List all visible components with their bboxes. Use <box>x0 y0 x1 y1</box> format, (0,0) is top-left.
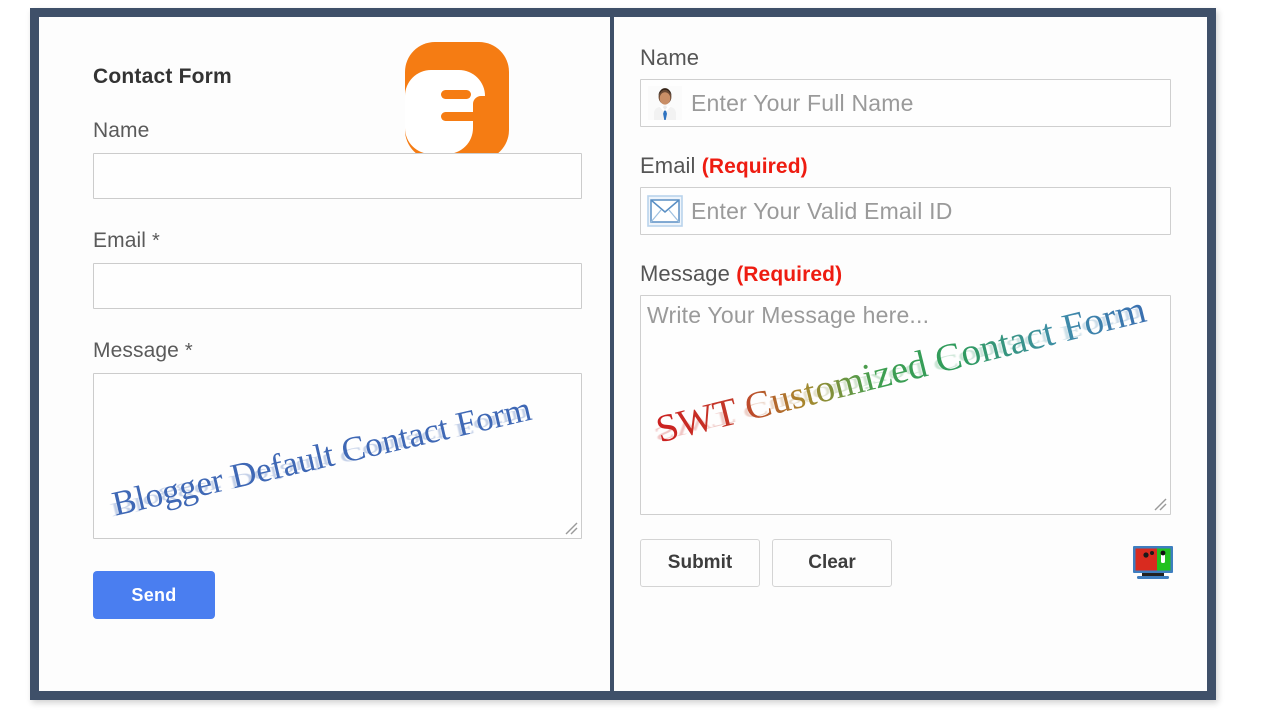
submit-button[interactable]: Submit <box>640 539 760 587</box>
right-message-required-badge: (Required) <box>736 263 843 286</box>
left-email-required-star: * <box>151 230 160 252</box>
right-button-row: Submit Clear <box>640 539 1174 587</box>
left-message-required-star: * <box>184 340 193 362</box>
user-avatar-icon <box>647 85 683 121</box>
left-message-textarea[interactable] <box>93 373 582 539</box>
right-form-body: Name Enter Your Full Name Email (Require… <box>640 45 1174 587</box>
right-message-placeholder: Write Your Message here... <box>647 302 930 328</box>
left-email-input[interactable] <box>93 263 582 309</box>
right-name-placeholder: Enter Your Full Name <box>691 89 914 116</box>
left-message-label: Message * <box>93 339 585 363</box>
right-email-required-badge: (Required) <box>701 155 808 178</box>
right-message-label: Message (Required) <box>640 261 1174 287</box>
left-email-label: Email * <box>93 229 585 253</box>
right-message-wrapper: Write Your Message here... SWT Customize… <box>640 295 1171 515</box>
left-form-title: Contact Form <box>93 65 232 88</box>
right-email-label: Email (Required) <box>640 153 1174 179</box>
right-name-field[interactable]: Enter Your Full Name <box>640 79 1171 127</box>
right-message-textarea[interactable]: Write Your Message here... SWT Customize… <box>640 295 1171 515</box>
right-panel-swt-customized-form: Name Enter Your Full Name Email (Require… <box>614 17 1207 691</box>
left-form-body: Contact Form Name Email * Message * Blog… <box>93 65 585 619</box>
left-name-input[interactable] <box>93 153 582 199</box>
left-message-wrapper: Blogger Default Contact Form Blogger Def… <box>93 373 582 539</box>
left-panel-blogger-default-form: Contact Form Name Email * Message * Blog… <box>39 17 610 691</box>
left-name-label: Name <box>93 119 150 142</box>
envelope-icon <box>647 193 683 229</box>
outer-frame: Contact Form Name Email * Message * Blog… <box>30 8 1216 700</box>
right-email-label-text: Email <box>640 153 696 178</box>
left-message-label-text: Message <box>93 339 179 362</box>
left-email-label-text: Email <box>93 229 147 252</box>
tv-monitor-icon <box>1132 545 1174 581</box>
right-email-field[interactable]: Enter Your Valid Email ID <box>640 187 1171 235</box>
send-button[interactable]: Send <box>93 571 215 619</box>
screenshot-root: Contact Form Name Email * Message * Blog… <box>0 0 1280 720</box>
panels-container: Contact Form Name Email * Message * Blog… <box>39 17 1207 691</box>
right-name-label: Name <box>640 45 700 70</box>
right-email-placeholder: Enter Your Valid Email ID <box>691 197 953 224</box>
clear-button[interactable]: Clear <box>772 539 892 587</box>
right-message-label-text: Message <box>640 261 730 286</box>
